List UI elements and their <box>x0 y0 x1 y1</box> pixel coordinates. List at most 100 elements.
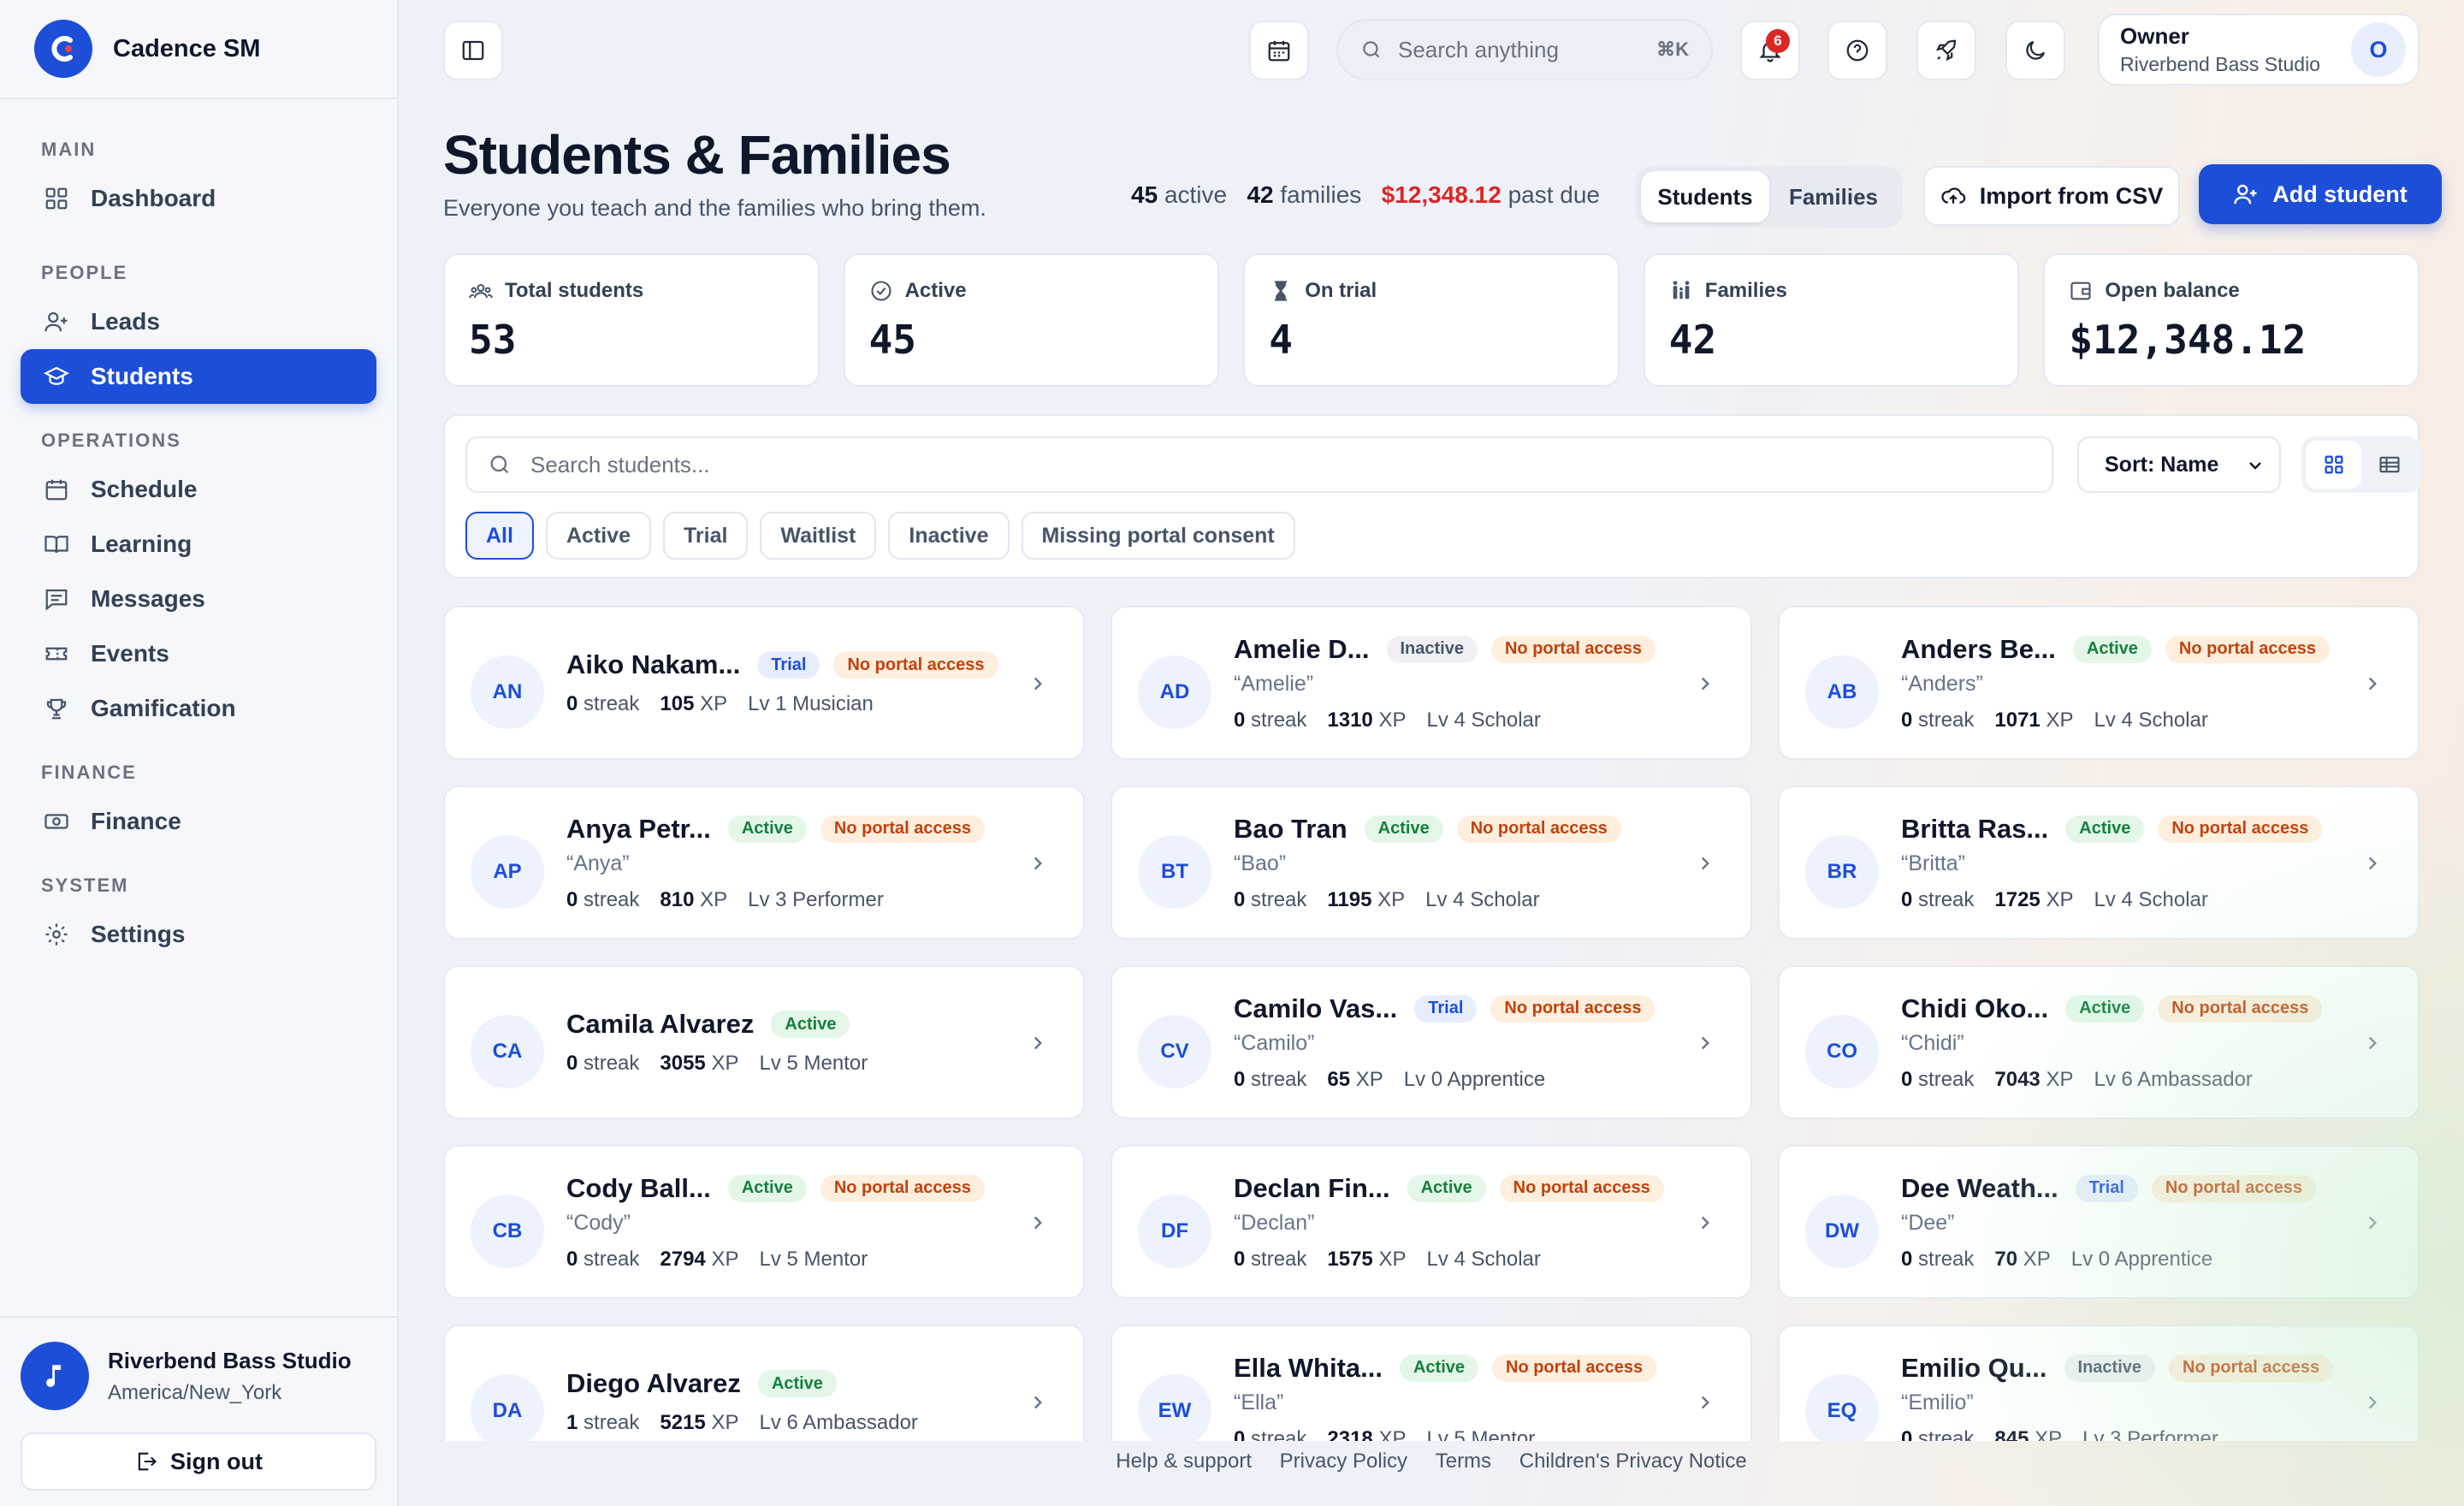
xp-stat: 65 XP <box>1327 1068 1383 1092</box>
student-card[interactable]: BR Britta Ras... Active No portal access “Br… <box>1778 786 2420 940</box>
calendar-button[interactable] <box>1249 21 1309 80</box>
tab-students[interactable]: Students <box>1641 171 1769 222</box>
footer-link-terms[interactable]: Terms <box>1436 1450 1491 1473</box>
music-note-icon <box>21 1342 89 1410</box>
student-card[interactable]: BT Bao Tran Active No portal access “Bao” 0 s… <box>1111 786 1752 940</box>
streak-label: streak <box>1251 887 1307 911</box>
sidebar-item-events[interactable]: Events <box>21 626 376 681</box>
student-card[interactable]: CO Chidi Oko... Active No portal access “Chi… <box>1778 965 2420 1119</box>
help-icon <box>1845 38 1870 63</box>
table-view-button[interactable] <box>2361 441 2417 489</box>
student-card[interactable]: CA Camila Alvarez Active 0 streak 3055 XP Lv … <box>443 965 1085 1119</box>
sidebar-item-students[interactable]: Students <box>21 349 376 404</box>
student-card[interactable]: DF Declan Fin... Active No portal access “De… <box>1111 1145 1752 1299</box>
sidebar-item-dashboard[interactable]: Dashboard <box>21 171 376 226</box>
global-search-input[interactable]: Search anything ⌘K <box>1336 19 1713 80</box>
sidebar-item-messages[interactable]: Messages <box>21 572 376 626</box>
student-card[interactable]: DA Diego Alvarez Active 1 streak 5215 XP Lv 6… <box>443 1325 1085 1441</box>
portal-access-badge: No portal access <box>2165 635 2330 663</box>
student-name-row: Chidi Oko... Active No portal access <box>1901 993 2366 1024</box>
xp-value: 70 <box>1994 1247 2018 1271</box>
sidebar-item-gamification[interactable]: Gamification <box>21 681 376 736</box>
toggle-sidebar-button[interactable] <box>443 21 503 80</box>
quick-start-button[interactable] <box>1916 21 1976 80</box>
student-card[interactable]: AP Anya Petr... Active No portal access “Any… <box>443 786 1085 940</box>
student-stats: 0 streak 1310 XP Lv 4 Scholar <box>1234 709 1699 732</box>
level-label: Lv 6 Ambassador <box>2094 1067 2253 1091</box>
streak-value: 0 <box>1234 1067 1246 1091</box>
level-label: Lv 4 Scholar <box>2094 887 2208 911</box>
filter-chip-inactive[interactable]: Inactive <box>888 512 1010 560</box>
student-card[interactable]: AD Amelie D... Inactive No portal access “Am… <box>1111 606 1752 760</box>
student-card-body: Camilo Vas... Trial No portal access “Camil… <box>1234 967 1699 1118</box>
student-card-body: Emilio Qu... Inactive No portal access “Emi… <box>1901 1326 2366 1441</box>
student-search-input[interactable]: Search students... <box>465 436 2053 493</box>
add-student-button[interactable]: Add student <box>2199 164 2442 224</box>
sidebar-item-schedule[interactable]: Schedule <box>21 462 376 517</box>
sign-out-button[interactable]: Sign out <box>21 1432 376 1491</box>
nav-section-finance: FINANCE <box>41 762 137 783</box>
sidebar-item-leads[interactable]: Leads <box>21 294 376 349</box>
tab-families[interactable]: Families <box>1769 171 1898 222</box>
filter-chip-active[interactable]: Active <box>545 512 651 560</box>
sort-label: Sort: Name <box>2105 452 2219 477</box>
student-nickname: “Bao” <box>1234 851 1287 875</box>
help-button[interactable] <box>1827 21 1887 80</box>
grid-view-button[interactable] <box>2306 441 2361 489</box>
student-name-row: Britta Ras... Active No portal access <box>1901 814 2366 845</box>
theme-toggle-button[interactable] <box>2005 21 2065 80</box>
streak-value: 0 <box>1234 708 1246 732</box>
level-label: Lv 3 Performer <box>748 887 884 911</box>
sidebar-item-finance[interactable]: Finance <box>21 794 376 849</box>
student-stats: 0 streak 1195 XP Lv 4 Scholar <box>1234 888 1699 912</box>
page-title: Students & Families <box>443 124 951 186</box>
xp-value: 810 <box>660 887 695 911</box>
studio-timezone: America/New_York <box>108 1380 282 1404</box>
student-card[interactable]: CV Camilo Vas... Trial No portal access “Cam… <box>1111 965 1752 1119</box>
student-stats: 0 streak 65 XP Lv 0 Apprentice <box>1234 1068 1699 1092</box>
stat-value: $12,348.12 <box>2069 317 2307 363</box>
portal-access-badge: No portal access <box>820 1174 985 1202</box>
student-card[interactable]: AB Anders Be... Active No portal access “And… <box>1778 606 2420 760</box>
stat-card-total-students: Total students 53 <box>443 253 820 387</box>
student-card[interactable]: DW Dee Weath... Trial No portal access “Dee”… <box>1778 1145 2420 1299</box>
student-stats: 1 streak 5215 XP Lv 6 Ambassador <box>566 1411 1032 1435</box>
sidebar-item-learning[interactable]: Learning <box>21 517 376 572</box>
xp-value: 1071 <box>1994 708 2040 732</box>
notifications-button[interactable]: 6 <box>1740 21 1800 80</box>
stat-label: Families <box>1704 279 1787 302</box>
brand-logo <box>34 20 92 78</box>
student-nickname: “Declan” <box>1234 1210 1315 1235</box>
level-label: Lv 6 Ambassador <box>759 1411 918 1434</box>
student-card[interactable]: EQ Emilio Qu... Inactive No portal access “E… <box>1778 1325 2420 1441</box>
streak-label: streak <box>1251 1426 1307 1442</box>
xp-label: XP <box>1377 887 1406 911</box>
filter-chip-missing-portal-consent[interactable]: Missing portal consent <box>1021 512 1295 560</box>
account-menu[interactable]: Owner Riverbend Bass Studio O <box>2098 14 2420 86</box>
footer-link-childrens-privacy[interactable]: Children's Privacy Notice <box>1519 1450 1747 1473</box>
avatar: DF <box>1138 1195 1211 1268</box>
student-card[interactable]: EW Ella Whita... Active No portal access “El… <box>1111 1325 1752 1441</box>
import-csv-button[interactable]: Import from CSV <box>1923 166 2180 226</box>
student-card[interactable]: AN Aiko Nakam... Trial No portal access 0 st… <box>443 606 1085 760</box>
streak-value: 0 <box>566 1052 578 1075</box>
sidebar-item-settings[interactable]: Settings <box>21 907 376 962</box>
streak-label: streak <box>1918 708 1975 732</box>
filter-chip-trial[interactable]: Trial <box>663 512 749 560</box>
student-card[interactable]: CB Cody Ball... Active No portal access “Cod… <box>443 1145 1085 1299</box>
summary-counts: 45 active 42 families $12,348.12 past du… <box>1131 181 1600 209</box>
footer-link-privacy[interactable]: Privacy Policy <box>1280 1450 1407 1473</box>
student-name: Anders Be... <box>1901 633 2056 664</box>
student-name: Diego Alvarez <box>566 1368 741 1398</box>
brand[interactable]: Cadence SM <box>0 0 397 99</box>
filter-chip-all[interactable]: All <box>465 512 534 560</box>
students-families-toggle: Students Families <box>1636 166 1903 228</box>
footer-link-help[interactable]: Help & support <box>1116 1450 1252 1473</box>
filter-chip-waitlist[interactable]: Waitlist <box>760 512 877 560</box>
student-name: Emilio Qu... <box>1901 1352 2047 1383</box>
sort-select[interactable]: Sort: Name <box>2077 436 2281 493</box>
streak-label: streak <box>1251 708 1307 732</box>
streak-stat: 0 streak <box>1901 888 1974 912</box>
student-stats: 0 streak 3055 XP Lv 5 Mentor <box>566 1052 1032 1076</box>
sidebar-item-label: Students <box>91 363 193 389</box>
